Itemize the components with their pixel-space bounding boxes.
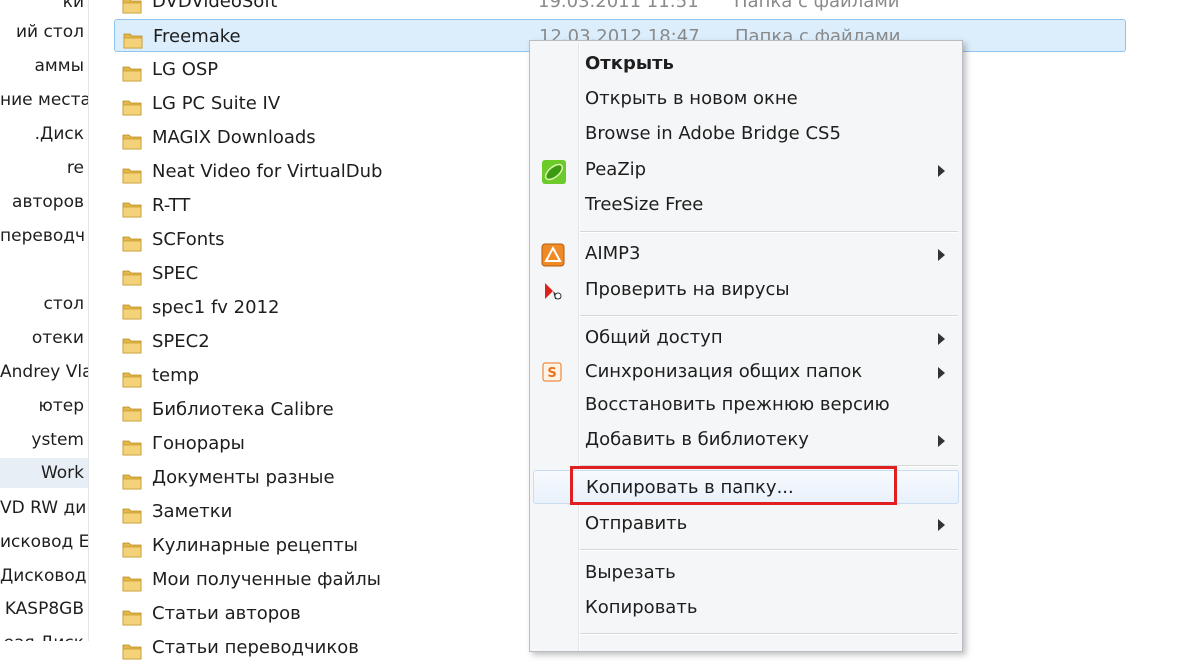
- menu-separator: [580, 231, 958, 233]
- submenu-arrow-icon: [938, 333, 945, 345]
- folder-icon: [122, 468, 142, 490]
- menu-item-treesize[interactable]: TreeSize Free: [533, 188, 959, 222]
- folder-icon: [122, 604, 142, 626]
- folder-icon: [122, 332, 142, 354]
- submenu-arrow-icon: [938, 165, 945, 177]
- menu-item-copy[interactable]: Копировать: [533, 591, 959, 625]
- peazip-icon: [541, 159, 566, 184]
- folder-icon: [122, 196, 142, 218]
- folder-icon: [122, 502, 142, 524]
- file-name: SPEC2: [152, 331, 210, 352]
- menu-item-aimp3[interactable]: AIMP3: [533, 237, 959, 271]
- folder-icon: [122, 434, 142, 456]
- file-row[interactable]: DVDVideoSoft 19.03.2011 11:51 Папка с файл…: [114, 0, 1126, 18]
- submenu-arrow-icon: [938, 367, 945, 379]
- folder-icon: [122, 230, 142, 252]
- menu-separator: [580, 315, 958, 317]
- file-name: Freemake: [153, 26, 241, 47]
- folder-icon: [122, 60, 142, 82]
- menu-separator: [580, 549, 958, 551]
- menu-item-add-library[interactable]: Добавить в библиотеку: [533, 423, 959, 457]
- nav-item-re[interactable]: re: [0, 153, 84, 183]
- kaspersky-icon: [541, 279, 563, 301]
- menu-item-open-new-window[interactable]: Открыть в новом окне: [533, 82, 959, 116]
- folder-icon: [122, 366, 142, 388]
- submenu-arrow-icon: [938, 249, 945, 261]
- nav-item-desktop-2[interactable]: стол: [0, 289, 84, 319]
- menu-item-share[interactable]: Общий доступ: [533, 321, 959, 355]
- annotation-highlight-box: [570, 466, 897, 505]
- file-name: spec1 fv 2012: [152, 297, 280, 318]
- nav-item-yandex-disk[interactable]: .Диск: [0, 119, 84, 149]
- aimp-icon: [541, 243, 565, 267]
- sync-folders-icon: S: [541, 361, 563, 383]
- nav-item-drive-e1[interactable]: исковод E: [0, 527, 88, 557]
- folder-icon: [122, 94, 142, 116]
- folder-icon: [122, 264, 142, 286]
- menu-item-send-to[interactable]: Отправить: [533, 507, 959, 541]
- file-name: Кулинарные рецепты: [152, 535, 358, 556]
- file-name: MAGIX Downloads: [152, 127, 316, 148]
- menu-separator: [580, 633, 958, 635]
- nav-item-user[interactable]: Andrey Vla: [0, 357, 88, 387]
- menu-item-scan-virus[interactable]: Проверить на вирусы: [533, 273, 959, 307]
- nav-item-drive-e2[interactable]: Дисковод E: [0, 561, 88, 591]
- navigation-pane: ки ий стол аммы ние места .Диск re автор…: [0, 0, 89, 641]
- file-name: Гонорары: [152, 433, 245, 454]
- nav-item[interactable]: ки: [0, 0, 84, 17]
- svg-text:S: S: [547, 366, 556, 381]
- folder-icon: [123, 27, 143, 49]
- nav-item-libraries[interactable]: отеки: [0, 323, 84, 353]
- menu-item-peazip[interactable]: PeaZip: [533, 153, 959, 187]
- nav-item-dvd-rw[interactable]: VD RW ди: [0, 493, 86, 523]
- file-name: Документы разные: [152, 467, 335, 488]
- submenu-arrow-icon: [938, 435, 945, 447]
- file-type: Папка с файлами: [734, 0, 900, 12]
- folder-icon: [122, 0, 142, 14]
- nav-item-desktop[interactable]: ий стол: [0, 17, 84, 47]
- nav-item-work[interactable]: Work: [0, 458, 88, 488]
- menu-item-cut[interactable]: Вырезать: [533, 556, 959, 590]
- folder-icon: [122, 400, 142, 422]
- file-name: DVDVideoSoft: [152, 0, 278, 12]
- file-name: Мои полученные файлы: [152, 569, 381, 590]
- folder-icon: [122, 128, 142, 150]
- file-name: Neat Video for VirtualDub: [152, 161, 383, 182]
- nav-item-system[interactable]: ystem: [0, 425, 84, 455]
- nav-item-programs[interactable]: аммы: [0, 51, 85, 81]
- folder-icon: [122, 536, 142, 558]
- nav-item-kasp8gb[interactable]: KASP8GB: [0, 594, 84, 624]
- menu-item-sync-folders[interactable]: S Синхронизация общих папок: [533, 355, 959, 389]
- file-date: 19.03.2011 11:51: [538, 0, 699, 12]
- nav-item-authors[interactable]: авторов: [0, 187, 84, 217]
- file-name: SPEC: [152, 263, 199, 284]
- nav-item-translators[interactable]: переводч: [0, 221, 85, 251]
- menu-item-browse-bridge[interactable]: Browse in Adobe Bridge CS5: [533, 117, 959, 151]
- file-name: LG PC Suite IV: [152, 93, 281, 114]
- file-name: Библиотека Calibre: [152, 399, 334, 420]
- submenu-arrow-icon: [938, 519, 945, 531]
- file-name: LG OSP: [152, 59, 219, 80]
- folder-icon: [122, 162, 142, 184]
- file-name: Заметки: [152, 501, 233, 522]
- file-name: SCFonts: [152, 229, 225, 250]
- nav-item-disk[interactable]: еая Диск: [0, 628, 84, 641]
- nav-item-recent-places[interactable]: ние места: [0, 85, 88, 115]
- nav-item-computer[interactable]: ютер: [0, 391, 84, 421]
- file-name: Статьи авторов: [152, 603, 301, 624]
- file-name: Статьи переводчиков: [152, 637, 359, 658]
- file-name: R-TT: [152, 195, 191, 216]
- menu-item-open[interactable]: Открыть: [533, 47, 959, 81]
- file-name: temp: [152, 365, 200, 386]
- folder-icon: [122, 570, 142, 592]
- context-menu: Открыть Открыть в новом окне Browse in A…: [529, 40, 963, 652]
- folder-icon: [122, 298, 142, 320]
- menu-item-restore-version[interactable]: Восстановить прежнюю версию: [533, 388, 959, 422]
